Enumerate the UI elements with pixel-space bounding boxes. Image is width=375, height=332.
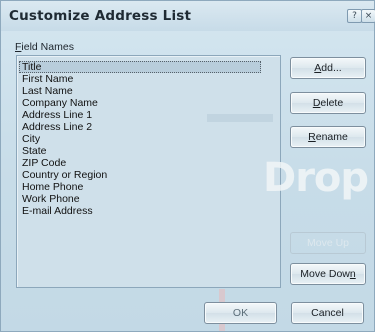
list-item-address-line-2[interactable]: Address Line 2: [20, 121, 260, 133]
list-item-company-name[interactable]: Company Name: [20, 97, 260, 109]
delete-button[interactable]: Delete: [290, 92, 366, 114]
customize-address-list-dialog: Customize Address List ? × Field Names T…: [0, 0, 375, 332]
title-bar[interactable]: Customize Address List ? ×: [1, 1, 375, 31]
move-down-button-mnemonic: n: [349, 268, 356, 280]
move-up-button[interactable]: Move Up: [290, 232, 366, 254]
add-button-label: dd...: [321, 62, 342, 74]
rename-button-mnemonic: R: [308, 131, 316, 143]
help-icon[interactable]: ?: [347, 9, 362, 23]
field-names-list[interactable]: Title First Name Last Name Company Name …: [16, 55, 281, 288]
close-icon[interactable]: ×: [361, 9, 375, 23]
list-item-last-name[interactable]: Last Name: [20, 85, 260, 97]
add-button[interactable]: Add...: [290, 57, 366, 79]
move-down-button[interactable]: Move Down: [290, 263, 366, 285]
list-item-country-or-region[interactable]: Country or Region: [20, 169, 260, 181]
ok-button[interactable]: OK: [204, 302, 277, 324]
rename-button[interactable]: Rename: [290, 126, 366, 148]
list-item-address-line-1[interactable]: Address Line 1: [20, 109, 260, 121]
move-down-button-label: Move Dow: [300, 268, 350, 280]
delete-button-label: elete: [320, 97, 344, 109]
list-item-first-name[interactable]: First Name: [20, 73, 260, 85]
field-names-label-rest: ield Names: [21, 41, 74, 53]
list-item-city[interactable]: City: [20, 133, 260, 145]
list-item-home-phone[interactable]: Home Phone: [20, 181, 260, 193]
dialog-title: Customize Address List: [9, 8, 192, 24]
list-item-zip-code[interactable]: ZIP Code: [20, 157, 260, 169]
cancel-button[interactable]: Cancel: [291, 302, 364, 324]
list-item-state[interactable]: State: [20, 145, 260, 157]
rename-button-label: ename: [315, 131, 348, 143]
field-names-label: Field Names: [15, 41, 74, 53]
list-item-title[interactable]: Title: [19, 61, 261, 73]
list-item-email-address[interactable]: E-mail Address: [20, 205, 260, 217]
list-item-work-phone[interactable]: Work Phone: [20, 193, 260, 205]
